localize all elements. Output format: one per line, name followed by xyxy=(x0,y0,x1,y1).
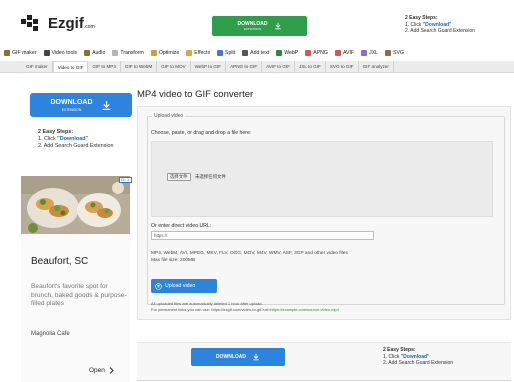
header-download-sub: EXTENSION xyxy=(243,26,262,31)
url-label: Or enter direct video URL: xyxy=(151,223,212,229)
upload-video-label: Upload video xyxy=(165,283,196,289)
auto-delete-note: All uploaded files are automatically del… xyxy=(151,301,263,306)
footer-divider xyxy=(137,380,511,381)
header-easy-step-1-link[interactable]: "Download" xyxy=(423,22,452,28)
avif-icon xyxy=(334,50,341,56)
page-title: MP4 video to GIF converter xyxy=(137,89,254,100)
ezgif-logo-icon xyxy=(21,15,38,31)
ad-open-label: Open xyxy=(89,367,105,374)
gif-maker-icon xyxy=(4,50,10,56)
download-arrow-icon xyxy=(102,100,110,110)
tab-gif-to-webm[interactable]: GIF to WebM xyxy=(121,61,158,72)
sidebar-download-label: DOWNLOAD xyxy=(50,98,93,106)
jxl-icon xyxy=(361,50,368,56)
ad-card[interactable]: Beaufort, SC Beaufort's favorite spot fo… xyxy=(21,234,130,382)
menu-effects[interactable]: Effects xyxy=(186,50,210,56)
ad-choices-badge[interactable]: D▷ X xyxy=(119,177,132,183)
bottom-download-label: DOWNLOAD xyxy=(216,353,246,360)
sidebar-download-sub: EXTENSION xyxy=(61,107,82,112)
bottom-easy-step-2: 2. Add Search Guard Extension xyxy=(383,360,454,366)
header-download-label: DOWNLOAD xyxy=(237,20,268,27)
tab-webp-to-gif[interactable]: WebP to GIF xyxy=(191,61,227,72)
header-easy-step-2: 2. Add Search Guard Extension xyxy=(405,28,476,34)
upload-legend: Upload video xyxy=(152,113,186,119)
add-text-icon xyxy=(242,50,249,56)
bottom-easy-steps: 2 Easy Steps: 1. Click "Download" 2. Add… xyxy=(383,347,453,367)
download-arrow-icon xyxy=(274,22,281,30)
ad-food-photo xyxy=(21,176,130,234)
upload-video-button[interactable]: Upload video xyxy=(151,279,217,293)
subtabs-bar: GIF maker Video to GIF GIF to MP4 GIF to… xyxy=(0,61,514,73)
apng-icon xyxy=(305,50,312,56)
menu-avif[interactable]: AVIF xyxy=(334,50,354,56)
split-icon xyxy=(217,50,224,56)
header-download-button[interactable]: DOWNLOAD EXTENSION xyxy=(212,16,307,36)
header-easy-title: 2 Easy Steps: xyxy=(405,15,438,21)
sidebar-easy-step-1: 1. Click xyxy=(38,136,58,143)
svg-icon xyxy=(385,50,392,56)
logo-text: Ezgif xyxy=(48,14,84,32)
ad-title: Beaufort, SC xyxy=(31,256,89,267)
menu-svg[interactable]: SVG xyxy=(385,50,404,56)
sidebar-easy-steps: 2 Easy Steps: 1. Click "Download" 2. Add… xyxy=(38,129,114,150)
menu-split[interactable]: Split xyxy=(217,50,235,56)
sidebar-easy-title: 2 Easy Steps: xyxy=(38,129,74,135)
tab-avif-to-gif[interactable]: AVIF to GIF xyxy=(262,61,296,72)
site-logo[interactable]: Ezgif.com xyxy=(20,13,95,33)
tab-gif-to-mov[interactable]: GIF to MOV xyxy=(157,61,191,72)
chevron-right-icon xyxy=(109,367,114,374)
permanent-link-prefix: For permanent links you can use: https:/… xyxy=(151,307,271,312)
upload-cloud-icon xyxy=(155,282,162,290)
tab-svg-to-gif[interactable]: SVG to GIF xyxy=(326,61,359,72)
tool-menu: GIF maker Video tools Audio Transform Op… xyxy=(0,46,514,60)
menu-optimize[interactable]: Optimize xyxy=(150,50,179,56)
choose-file-label: Choose, paste, or drag and drop a file h… xyxy=(151,130,252,136)
optimize-icon xyxy=(150,50,157,56)
tab-gif-maker[interactable]: GIF maker xyxy=(22,61,53,72)
sidebar-easy-step-2: 2. Add Search Guard Extension xyxy=(38,143,114,150)
bottom-easy-title: 2 Easy Steps: xyxy=(383,347,416,353)
url-input[interactable] xyxy=(151,231,374,240)
ad-description: Beaufort's favorite spot for brunch, bak… xyxy=(31,283,127,308)
tab-video-to-gif[interactable]: Video to GIF xyxy=(52,61,89,72)
header-easy-step-1: 1. Click xyxy=(405,21,423,28)
bottom-easy-step-1-link[interactable]: "Download" xyxy=(401,354,430,360)
menu-apng[interactable]: APNG xyxy=(305,50,328,56)
sidebar-easy-step-1-link[interactable]: "Download" xyxy=(57,136,88,142)
ad-open-button[interactable]: Open xyxy=(89,367,114,374)
logo-suffix: .com xyxy=(83,23,95,30)
choose-file-button[interactable]: 选择文件 xyxy=(167,173,191,181)
download-arrow-icon xyxy=(253,353,259,361)
no-file-text: 未选择任何文件 xyxy=(195,174,226,179)
webp-icon xyxy=(276,50,283,56)
transform-icon xyxy=(112,50,119,56)
tab-apng-to-gif[interactable]: APNG to GIF xyxy=(226,61,263,72)
effects-icon xyxy=(186,50,193,56)
bottom-download-button[interactable]: DOWNLOAD xyxy=(191,348,285,366)
menu-video-tools[interactable]: Video tools xyxy=(43,50,77,56)
bottom-easy-step-1: 1. Click xyxy=(383,353,401,360)
video-tools-icon xyxy=(43,50,50,56)
tab-gif-analyzer[interactable]: GIF analyzer xyxy=(359,61,394,72)
max-file-size-text: Max file size: 200MB xyxy=(151,258,196,263)
audio-icon xyxy=(84,50,91,56)
tab-jxl-to-gif[interactable]: JXL to GIF xyxy=(295,61,326,72)
header-easy-steps: 2 Easy Steps: 1. Click "Download" 2. Add… xyxy=(405,15,475,35)
menu-gif-maker[interactable]: GIF maker xyxy=(4,50,37,56)
menu-webp[interactable]: WebP xyxy=(276,50,298,56)
permanent-link-example[interactable]: https://example.com/source-video.mp4 xyxy=(270,307,339,312)
supported-formats-text: MP4, WebM, AVI, MPEG, MKV, FLV, OGG, MOV… xyxy=(151,251,348,256)
ad-advertiser: Magnolia Cafe xyxy=(31,331,70,337)
tab-gif-to-mp4[interactable]: GIF to MP4 xyxy=(88,61,121,72)
menu-jxl[interactable]: JXL xyxy=(361,50,378,56)
sidebar-download-button[interactable]: DOWNLOAD EXTENSION xyxy=(30,93,132,117)
permanent-link-note: For permanent links you can use: https:/… xyxy=(151,307,339,312)
menu-transform[interactable]: Transform xyxy=(112,50,144,56)
menu-add-text[interactable]: Add text xyxy=(242,50,269,56)
menu-audio[interactable]: Audio xyxy=(84,50,105,56)
ad-image[interactable] xyxy=(21,176,130,234)
